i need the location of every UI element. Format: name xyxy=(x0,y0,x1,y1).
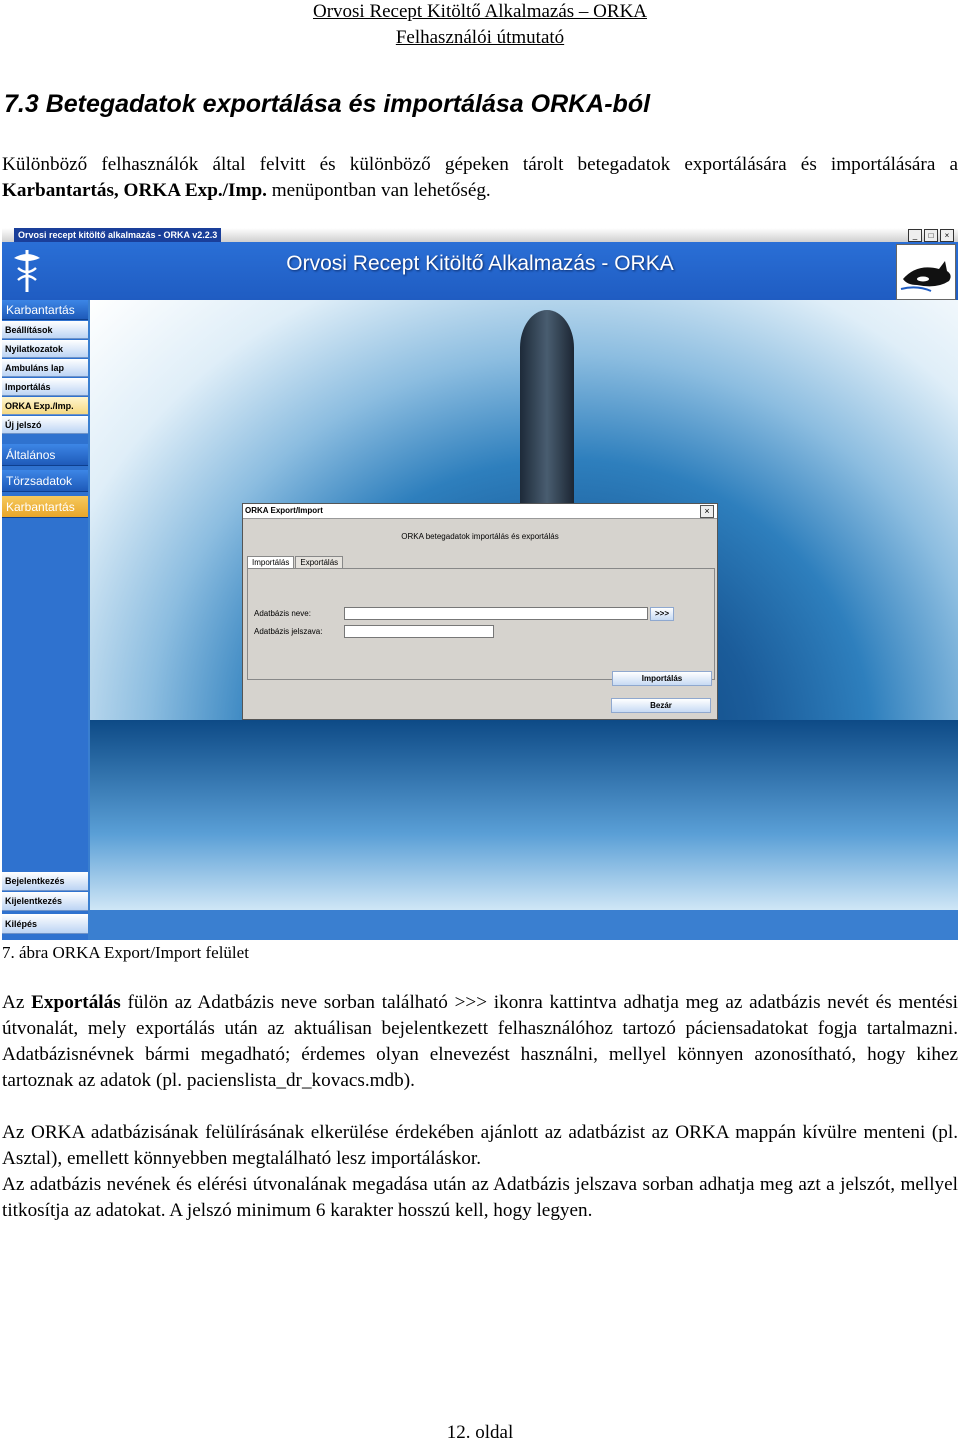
sidebar-kilepes[interactable]: Kilépés xyxy=(2,914,88,934)
db-password-input[interactable] xyxy=(344,625,494,638)
sidebar-group-karbantartas[interactable]: Karbantartás xyxy=(2,496,88,518)
browse-button[interactable]: >>> xyxy=(650,607,674,621)
sidebar: Karbantartás Beállítások Nyilatkozatok A… xyxy=(2,300,88,940)
app-banner: Orvosi Recept Kitöltő Alkalmazás - ORKA xyxy=(2,242,958,300)
sidebar-item-beallitasok[interactable]: Beállítások xyxy=(2,321,88,339)
intro-paragraph: Különböző felhasználók által felvitt és … xyxy=(2,152,958,204)
app-screenshot: Orvosi recept kitöltő alkalmazás - ORKA … xyxy=(2,228,958,940)
export-import-dialog: ORKA Export/Import × ORKA betegadatok im… xyxy=(242,503,718,720)
maximize-button[interactable]: □ xyxy=(924,229,938,242)
sidebar-item-ambulans-lap[interactable]: Ambuláns lap xyxy=(2,359,88,377)
dialog-tabs: Importálás Exportálás xyxy=(247,556,344,568)
header-app-name: Orvosi Recept Kitöltő Alkalmazás – ORKA xyxy=(312,1,648,22)
db-password-label: Adatbázis jelszava: xyxy=(254,627,323,636)
db-name-label: Adatbázis neve: xyxy=(254,609,311,618)
tab-panel: Adatbázis neve: >>> Adatbázis jelszava: … xyxy=(247,568,715,686)
sidebar-kijelentkezes[interactable]: Kijelentkezés xyxy=(2,892,88,911)
intro-menu-path: Karbantartás, ORKA Exp./Imp. xyxy=(2,180,267,201)
water xyxy=(90,720,958,910)
window-titlebar: Orvosi recept kitöltő alkalmazás - ORKA … xyxy=(2,228,958,243)
tab-exportalas[interactable]: Exportálás xyxy=(295,556,344,568)
figure-caption: 7. ábra ORKA Export/Import felület xyxy=(2,943,249,962)
section-title: 7.3 Betegadatok exportálása és importálá… xyxy=(4,90,651,118)
p1-text-start: Az xyxy=(2,992,32,1013)
body-paragraph-1: Az Exportálás fülön az Adatbázis neve so… xyxy=(2,990,958,1094)
sidebar-group-altalanos[interactable]: Általános xyxy=(2,444,88,466)
sidebar-item-orka-exp-imp[interactable]: ORKA Exp./Imp. xyxy=(2,397,88,415)
dialog-title: ORKA Export/Import xyxy=(243,504,717,519)
minimize-button[interactable]: _ xyxy=(908,229,922,242)
p1-text-rest: fülön az Adatbázis neve sorban található… xyxy=(2,992,958,1091)
tab-importalas[interactable]: Importálás xyxy=(247,556,295,568)
sidebar-head-karbantartas[interactable]: Karbantartás xyxy=(2,300,88,320)
dialog-close-icon[interactable]: × xyxy=(700,505,714,518)
db-name-input[interactable] xyxy=(344,607,648,620)
page-number: 12. oldal xyxy=(446,1422,514,1443)
orca-icon xyxy=(896,244,956,300)
sidebar-item-uj-jelszo[interactable]: Új jelszó xyxy=(2,416,88,434)
banner-title: Orvosi Recept Kitöltő Alkalmazás - ORKA xyxy=(286,252,674,275)
header-guide-name: Felhasználói útmutató xyxy=(395,27,565,48)
window-title: Orvosi recept kitöltő alkalmazás - ORKA … xyxy=(14,228,222,242)
sidebar-group-torzsadatok[interactable]: Törzsadatok xyxy=(2,470,88,492)
sidebar-item-importalas[interactable]: Importálás xyxy=(2,378,88,396)
sidebar-bejelentkezes[interactable]: Bejelentkezés xyxy=(2,872,88,891)
intro-text-end: menüpontban van lehetőség. xyxy=(266,180,491,201)
window-controls: _ □ × xyxy=(908,229,954,242)
sidebar-item-nyilatkozatok[interactable]: Nyilatkozatok xyxy=(2,340,88,358)
close-button[interactable]: Bezár xyxy=(611,698,711,713)
import-button[interactable]: Importálás xyxy=(612,671,712,686)
window-close-button[interactable]: × xyxy=(940,229,954,242)
body-paragraph-3: Az adatbázis nevének és elérési útvonalá… xyxy=(2,1174,958,1221)
p1-bold-tab: Exportálás xyxy=(31,992,121,1013)
intro-text: Különböző felhasználók által felvitt és … xyxy=(2,154,958,175)
orca-fin xyxy=(520,310,574,520)
body-paragraph-2: Az ORKA adatbázisának felülírásának elke… xyxy=(2,1122,958,1169)
dialog-subtitle: ORKA betegadatok importálás és exportálá… xyxy=(401,532,559,541)
